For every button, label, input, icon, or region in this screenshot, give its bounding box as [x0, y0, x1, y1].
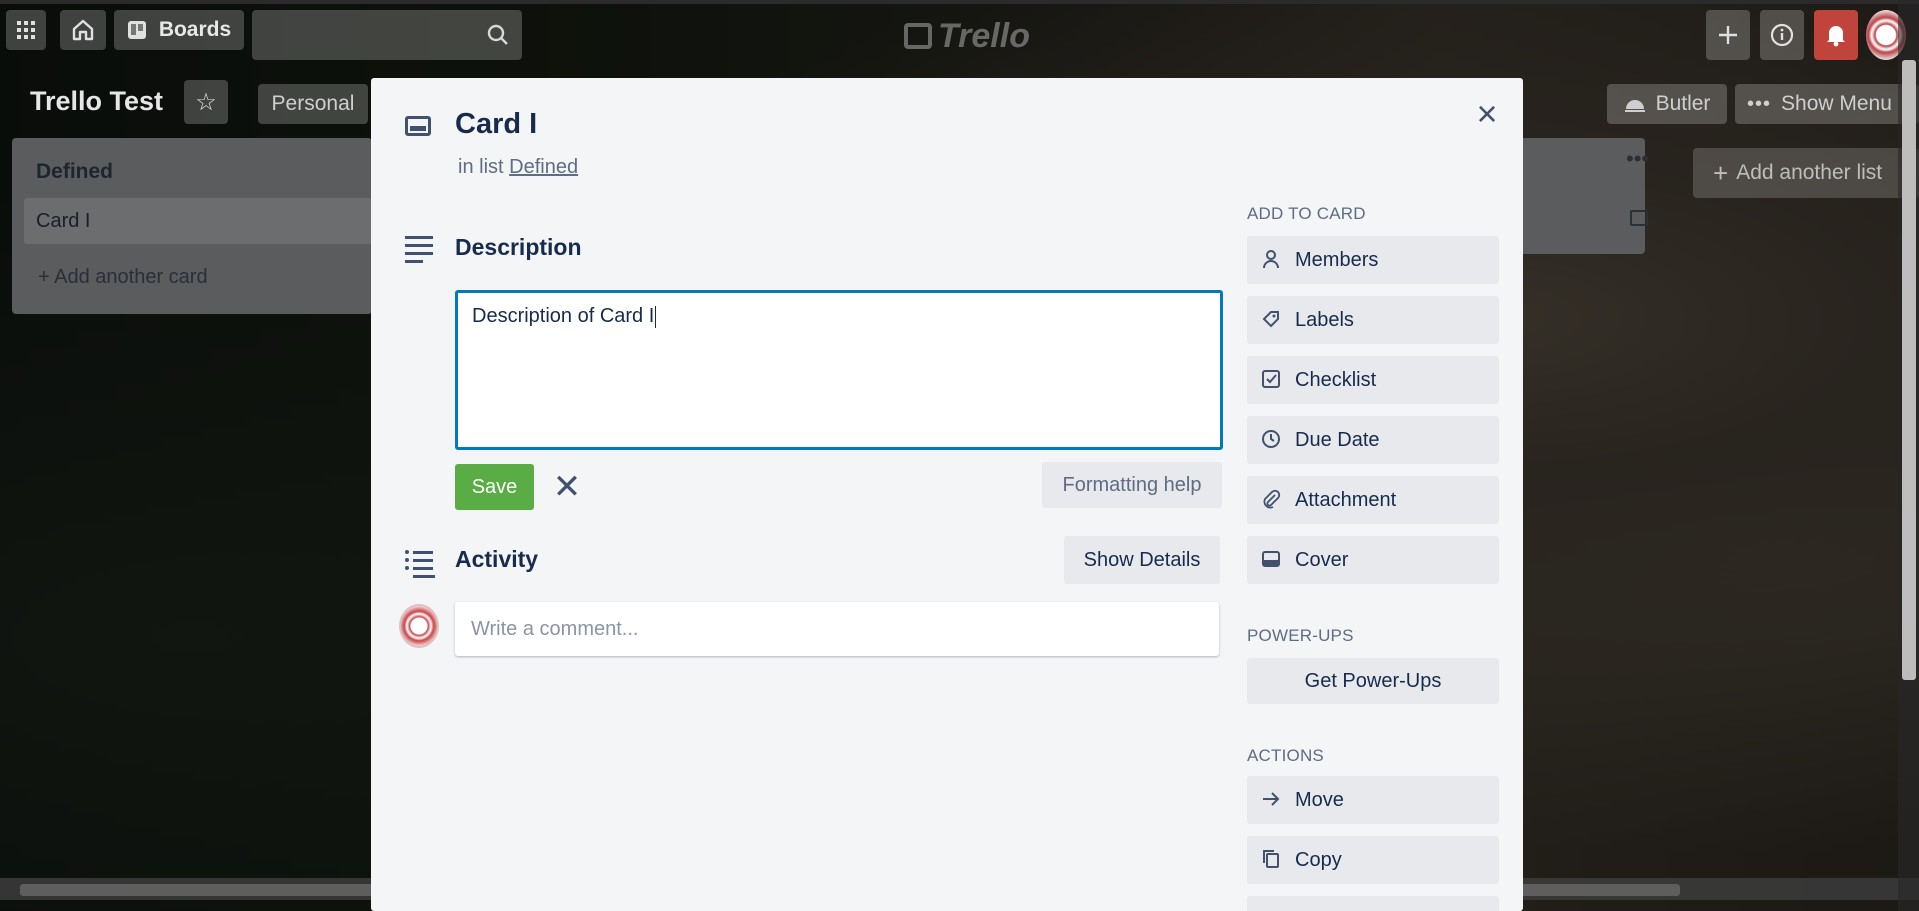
arrow-right-icon — [1261, 788, 1281, 810]
home-icon[interactable] — [60, 10, 106, 50]
add-to-card-heading: ADD TO CARD — [1247, 204, 1366, 223]
commenter-avatar[interactable] — [399, 604, 439, 648]
actions-heading: ACTIONS — [1247, 746, 1324, 765]
description-heading: Description — [455, 234, 582, 260]
copy-label: Copy — [1295, 848, 1342, 871]
save-button[interactable]: Save — [455, 464, 534, 510]
members-button[interactable]: Members — [1247, 236, 1499, 284]
vertical-scrollbar[interactable] — [1898, 0, 1919, 911]
card-title[interactable]: Card I — [455, 108, 537, 141]
butler-button[interactable]: Butler — [1607, 84, 1727, 124]
card-template-icon[interactable] — [1630, 210, 1648, 226]
top-border — [0, 0, 1919, 4]
show-menu-button[interactable]: ••• Show Menu — [1735, 84, 1919, 124]
move-label: Move — [1295, 788, 1344, 811]
top-header: Boards Trello — [0, 0, 1919, 72]
list-link[interactable]: Defined — [509, 156, 578, 178]
card-list-info: in list Defined — [458, 156, 578, 179]
due-date-button[interactable]: Due Date — [1247, 416, 1499, 464]
description-icon — [405, 236, 433, 268]
attachment-button[interactable]: Attachment — [1247, 476, 1499, 524]
move-button[interactable]: Move — [1247, 776, 1499, 824]
notification-bell-icon[interactable] — [1814, 10, 1858, 60]
create-plus-icon[interactable] — [1706, 10, 1750, 60]
add-card-button[interactable]: + Add another card — [38, 266, 208, 289]
next-action-button[interactable] — [1247, 896, 1499, 911]
star-icon[interactable]: ☆ — [184, 80, 228, 124]
butler-icon — [1624, 100, 1645, 112]
show-menu-label: Show Menu — [1781, 92, 1892, 115]
cancel-x-icon[interactable]: ✕ — [547, 464, 587, 510]
apps-grid-icon[interactable] — [6, 10, 46, 50]
boards-icon — [127, 21, 146, 39]
info-icon[interactable] — [1760, 10, 1804, 60]
cover-label: Cover — [1295, 548, 1349, 571]
clock-icon — [1261, 428, 1281, 450]
get-power-ups-button[interactable]: Get Power-Ups — [1247, 658, 1499, 704]
list-card[interactable]: Card I — [24, 198, 374, 244]
due-date-label: Due Date — [1295, 428, 1380, 451]
checklist-icon — [1261, 368, 1281, 390]
butler-label: Butler — [1655, 92, 1711, 115]
description-text: Description of Card I — [472, 305, 655, 327]
search-input[interactable] — [252, 10, 522, 60]
show-details-button[interactable]: Show Details — [1064, 536, 1220, 584]
list-defined: Defined Card I + Add another card — [12, 138, 374, 314]
plus-icon: + — [38, 266, 50, 288]
add-list-label: Add another list — [1736, 161, 1883, 184]
checklist-label: Checklist — [1295, 368, 1377, 391]
list-menu-dots-icon[interactable]: ••• — [1626, 146, 1649, 172]
list-title[interactable]: Defined — [36, 160, 113, 184]
add-card-label: Add another card — [54, 266, 208, 288]
text-caret — [655, 305, 657, 328]
vertical-scroll-thumb[interactable] — [1902, 60, 1916, 680]
add-list-button[interactable]: + Add another list — [1693, 148, 1919, 198]
boards-button[interactable]: Boards — [114, 10, 244, 50]
comment-input[interactable]: Write a comment... — [455, 602, 1219, 656]
label-tag-icon — [1261, 308, 1281, 330]
activity-icon — [405, 550, 435, 582]
trello-logo[interactable]: Trello — [904, 14, 1030, 58]
trello-logo-icon — [904, 23, 932, 49]
plus-icon: + — [1713, 157, 1729, 188]
labels-label: Labels — [1295, 308, 1354, 331]
card-detail-modal: Card I in list Defined × Description Des… — [371, 78, 1523, 911]
activity-heading: Activity — [455, 546, 539, 572]
close-icon[interactable]: × — [1471, 96, 1503, 132]
power-ups-heading: POWER-UPS — [1247, 626, 1354, 645]
in-list-prefix: in list — [458, 156, 504, 178]
description-textarea[interactable]: Description of Card I — [455, 290, 1223, 450]
labels-button[interactable]: Labels — [1247, 296, 1499, 344]
formatting-help-button[interactable]: Formatting help — [1042, 462, 1222, 508]
copy-icon — [1261, 848, 1281, 870]
board-visibility-button[interactable]: Personal — [258, 84, 368, 124]
person-icon — [1261, 248, 1281, 270]
card-icon — [405, 116, 431, 136]
cover-icon — [1261, 548, 1281, 570]
list-second: ••• — [1520, 138, 1649, 254]
members-label: Members — [1295, 248, 1379, 271]
attachment-label: Attachment — [1295, 488, 1397, 511]
search-icon — [487, 24, 508, 45]
cover-button[interactable]: Cover — [1247, 536, 1499, 584]
paperclip-icon — [1261, 488, 1281, 510]
boards-label: Boards — [158, 18, 232, 41]
logo-text: Trello — [938, 16, 1030, 55]
copy-button[interactable]: Copy — [1247, 836, 1499, 884]
board-title[interactable]: Trello Test — [30, 86, 163, 117]
more-dots-icon: ••• — [1747, 92, 1772, 115]
checklist-button[interactable]: Checklist — [1247, 356, 1499, 404]
